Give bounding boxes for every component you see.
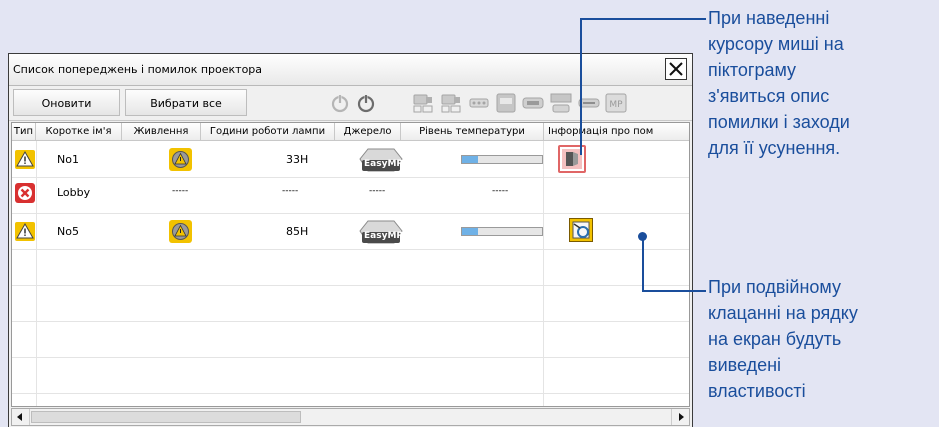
source-computer-icon[interactable] (412, 92, 434, 114)
lamp-hours: 85H (286, 225, 309, 238)
annotation-line: При наведенні (708, 8, 830, 28)
scroll-thumb[interactable] (31, 411, 301, 423)
power-off-icon[interactable] (329, 92, 351, 114)
annotation-line: піктограму (708, 60, 797, 80)
close-button[interactable] (665, 58, 687, 80)
projector-name: No1 (57, 153, 79, 166)
toolbar: Оновити Вибрати все MP (9, 86, 692, 121)
temperature-meter (461, 227, 543, 236)
column-header-temperature[interactable]: Рівень температури (401, 123, 544, 141)
source-label: EasyMP (364, 159, 403, 169)
source-easymp-icon[interactable]: MP (605, 92, 627, 114)
callout-dot (638, 232, 647, 241)
annotation-line: курсору миші на (708, 34, 844, 54)
annotation-line: для її усунення. (708, 138, 841, 158)
power-empty: ----- (172, 186, 189, 196)
row-divider (12, 249, 689, 250)
close-icon (669, 62, 683, 76)
projector-name: Lobby (57, 186, 91, 199)
table-row[interactable]: No5 85H EasyMP (12, 214, 689, 249)
refresh-button[interactable]: Оновити (13, 89, 120, 116)
temperature-fill (462, 156, 478, 163)
table-row[interactable]: Lobby ----- ----- ----- ----- (12, 178, 689, 213)
source-computer2-icon[interactable] (440, 92, 462, 114)
column-header-power[interactable]: Живлення (122, 123, 201, 141)
easymp-source-icon: EasyMP (358, 147, 404, 173)
source-svideo-icon[interactable] (495, 92, 517, 114)
annotation-line: клацанні на рядку (708, 303, 858, 323)
row-divider (12, 285, 689, 286)
select-all-button[interactable]: Вибрати все (125, 89, 247, 116)
annotation-line: При подвійному (708, 277, 842, 297)
lamp-hours: 33H (286, 153, 309, 166)
lamp-warning-icon (169, 148, 192, 171)
row-divider (12, 357, 689, 358)
doubleclick-callout-line (642, 236, 644, 292)
temperature-meter (461, 155, 543, 164)
scroll-left-button[interactable] (12, 409, 30, 425)
annotation-line: властивості (708, 381, 806, 401)
annotation-line: помилки і заходи (708, 112, 850, 132)
source-empty: ----- (369, 186, 386, 196)
temperature-empty: ----- (492, 186, 509, 196)
lamp-hours-empty: ----- (282, 186, 299, 196)
column-header-type[interactable]: Тип (12, 123, 36, 141)
hover-callout-line (580, 18, 582, 155)
projector-list: Тип Коротке ім'я Живлення Години роботи … (11, 122, 690, 407)
projector-warning-window: Список попереджень і помилок проектора О… (8, 53, 693, 427)
row-divider (12, 321, 689, 322)
window-title: Список попереджень і помилок проектора (13, 63, 263, 76)
error-icon (15, 183, 35, 203)
horizontal-scrollbar[interactable] (11, 408, 690, 426)
arrow-left-icon (17, 413, 22, 421)
column-header-info[interactable]: Інформація про пом (544, 123, 689, 141)
annotation-line: виведені (708, 355, 782, 375)
doubleclick-annotation: При подвійному клацанні на рядку на екра… (708, 274, 858, 404)
column-header-name[interactable]: Коротке ім'я (36, 123, 122, 141)
source-video-icon[interactable] (468, 92, 490, 114)
source-component-icon[interactable] (522, 92, 544, 114)
source-dvi-icon[interactable] (550, 92, 572, 114)
annotation-line: на екран будуть (708, 329, 842, 349)
column-header-lamp-hours[interactable]: Години роботи лампи (201, 123, 335, 141)
easymp-source-icon: EasyMP (358, 219, 404, 245)
temperature-fill (462, 228, 478, 235)
table-row[interactable]: No1 33H EasyMP (12, 142, 689, 177)
doubleclick-callout-line (642, 290, 706, 292)
power-on-icon[interactable] (355, 92, 377, 114)
warning-icon (15, 222, 35, 241)
projector-name: No5 (57, 225, 79, 238)
lamp-warning-icon (169, 220, 192, 243)
error-info-icon (562, 149, 582, 169)
title-bar: Список попереджень і помилок проектора (9, 54, 692, 86)
maintenance-info-icon[interactable] (569, 218, 593, 242)
arrow-right-icon (679, 413, 684, 421)
hover-annotation: При наведенні курсору миші на піктограму… (708, 5, 850, 161)
column-header-source[interactable]: Джерело (335, 123, 401, 141)
warning-icon (15, 150, 35, 169)
annotation-line: з'явиться опис (708, 86, 830, 106)
row-divider (12, 393, 689, 394)
source-label: EasyMP (364, 231, 403, 241)
svg-text:MP: MP (609, 100, 623, 110)
scroll-right-button[interactable] (671, 409, 689, 425)
hover-callout-line (580, 18, 706, 20)
